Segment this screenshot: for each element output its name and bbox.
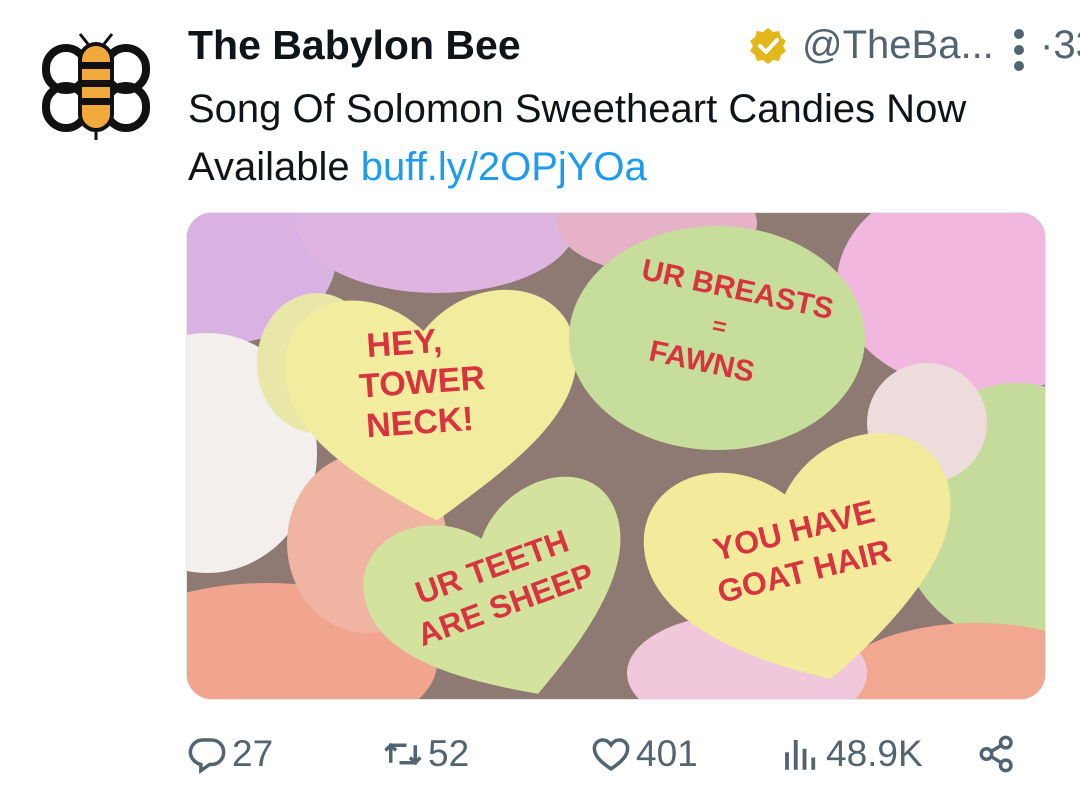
views-count: 48.9K: [826, 733, 923, 774]
verified-badge-icon[interactable]: [748, 26, 788, 66]
candy-hearts-image: HEY, TOWER NECK! UR BREASTS = FAWNS UR T…: [187, 213, 1045, 699]
tweet-header: The Babylon Bee @TheBa... ·33m: [188, 20, 1080, 72]
reply-button[interactable]: 27: [186, 728, 273, 780]
babylon-bee-logo-icon: [42, 33, 150, 140]
tweet-text: Song Of Solomon Sweetheart Candies Now A…: [188, 80, 1048, 196]
like-count: 401: [636, 733, 698, 774]
heart-icon: [592, 738, 630, 771]
tweet-actions: 27 52 401 48.9K: [186, 728, 1046, 780]
author-name[interactable]: The Babylon Bee: [188, 20, 521, 70]
like-button[interactable]: 401: [590, 728, 698, 780]
candy-heart-2: UR BREASTS = FAWNS: [569, 226, 865, 450]
tweet-link[interactable]: buff.ly/2OPjYOa: [361, 145, 647, 189]
share-button[interactable]: [976, 728, 1022, 780]
share-icon: [979, 735, 1013, 773]
retweet-button[interactable]: 52: [382, 728, 469, 780]
reply-count: 27: [232, 733, 274, 774]
views-chart-icon: [785, 740, 816, 770]
retweet-count: 52: [428, 733, 470, 774]
author-avatar[interactable]: [36, 28, 156, 148]
author-handle[interactable]: @TheBa...: [802, 20, 994, 70]
reply-icon: [188, 738, 226, 774]
heart-1-line-3: NECK!: [365, 400, 475, 445]
retweet-icon: [384, 742, 422, 766]
more-vertical-icon[interactable]: [1012, 28, 1026, 72]
tweet-timestamp[interactable]: ·33m: [1040, 20, 1080, 70]
tweet-image[interactable]: HEY, TOWER NECK! UR BREASTS = FAWNS UR T…: [186, 212, 1046, 700]
views-button[interactable]: 48.9K: [780, 728, 923, 780]
heart-1-line-1: HEY,: [365, 322, 443, 365]
